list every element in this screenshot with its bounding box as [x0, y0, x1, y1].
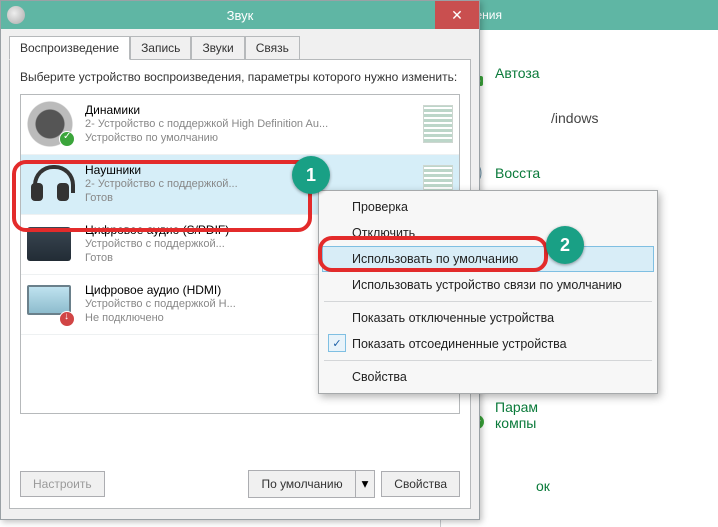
set-default-dropdown[interactable]: ▾: [356, 470, 376, 498]
tab-sounds[interactable]: Звуки: [191, 36, 244, 60]
properties-button[interactable]: Свойства: [381, 471, 460, 497]
bg-item-autostart[interactable]: Автоза: [451, 56, 718, 90]
bg-titlebar: равления: [441, 0, 718, 30]
dialog-titlebar[interactable]: Звук ✕: [1, 1, 479, 29]
device-desc: 2- Устройство с поддержкой High Definiti…: [85, 118, 423, 132]
bg-windows-text: /indows: [551, 110, 718, 126]
instruction-text: Выберите устройство воспроизведения, пар…: [20, 70, 460, 86]
device-name: Наушники: [85, 163, 423, 178]
menu-item-disable[interactable]: Отключить: [322, 220, 654, 246]
menu-item-show-disconnected[interactable]: ✓ Показать отсоединенные устройства: [322, 331, 654, 357]
annotation-callout-2: 2: [546, 226, 584, 264]
menu-separator: [324, 360, 652, 361]
menu-item-set-default[interactable]: Использовать по умолчанию: [322, 246, 654, 272]
level-meter: [423, 105, 453, 143]
bg-ok-fragment: ок: [536, 478, 550, 494]
set-default-button[interactable]: По умолчанию: [248, 470, 355, 498]
close-icon: ✕: [451, 7, 463, 24]
menu-item-show-disabled[interactable]: Показать отключенные устройства: [322, 305, 654, 331]
disconnected-badge-icon: [59, 311, 75, 327]
device-speakers[interactable]: Динамики 2- Устройство с поддержкой High…: [21, 95, 459, 155]
monitor-icon: [27, 281, 77, 329]
check-icon: ✓: [328, 334, 346, 352]
menu-item-properties[interactable]: Свойства: [322, 364, 654, 390]
headphones-icon: [27, 161, 77, 209]
menu-item-test[interactable]: Проверка: [322, 194, 654, 220]
bg-item-params[interactable]: Парам компы: [451, 398, 718, 432]
set-default-split-button[interactable]: По умолчанию ▾: [248, 470, 375, 498]
bg-item-label: Автоза: [495, 65, 540, 81]
close-button[interactable]: ✕: [435, 1, 479, 29]
speaker-icon: [27, 101, 77, 149]
tab-communications[interactable]: Связь: [245, 36, 300, 60]
menu-separator: [324, 301, 652, 302]
device-status: Устройство по умолчанию: [85, 132, 423, 146]
bottom-button-row: Настроить По умолчанию ▾ Свойства: [20, 470, 460, 498]
tab-playback[interactable]: Воспроизведение: [9, 36, 130, 60]
annotation-callout-1: 1: [292, 156, 330, 194]
menu-item-label: Показать отсоединенные устройства: [352, 337, 567, 351]
device-name: Динамики: [85, 103, 423, 118]
spdif-icon: [27, 221, 77, 269]
tab-strip: Воспроизведение Запись Звуки Связь: [1, 29, 479, 59]
bg-item-label: Парам компы: [495, 399, 538, 431]
tab-recording[interactable]: Запись: [130, 36, 191, 60]
context-menu: Проверка Отключить Использовать по умолч…: [318, 190, 658, 394]
bg-item-label: Восста: [495, 165, 540, 181]
dialog-title: Звук: [227, 8, 254, 23]
sound-icon: [7, 6, 25, 24]
menu-item-set-comm-default[interactable]: Использовать устройство связи по умолчан…: [322, 272, 654, 298]
chevron-down-icon: ▾: [362, 476, 369, 491]
default-badge-icon: [59, 131, 75, 147]
bg-item-restore[interactable]: Восста: [451, 156, 718, 190]
configure-button[interactable]: Настроить: [20, 471, 105, 497]
